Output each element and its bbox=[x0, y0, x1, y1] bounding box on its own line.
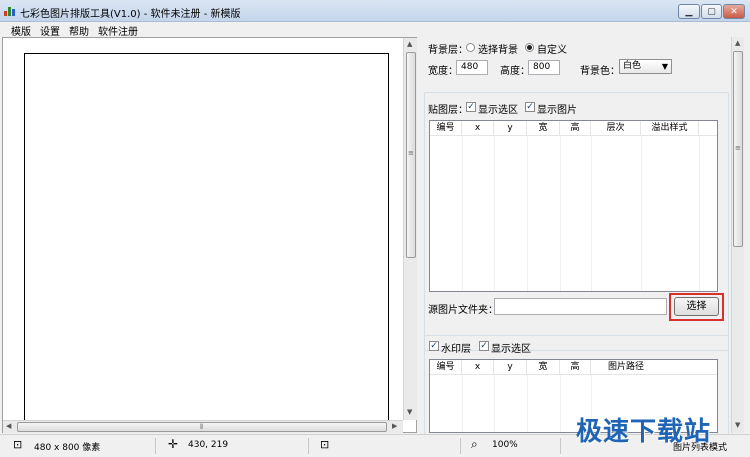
zoom-icon: ⌕ bbox=[471, 437, 478, 451]
column-header-image-path[interactable]: 图片路径 bbox=[591, 360, 661, 375]
column-divider bbox=[699, 136, 700, 291]
properties-vertical-scroll-thumb[interactable]: ≡ bbox=[733, 51, 743, 247]
show-image-checkbox[interactable]: ✓ bbox=[525, 102, 535, 112]
menu-template[interactable]: 模版 bbox=[11, 23, 31, 38]
scroll-down-icon[interactable]: ▼ bbox=[735, 421, 740, 429]
column-divider bbox=[462, 136, 463, 291]
grip-icon: ≡ bbox=[735, 144, 741, 152]
column-header-id[interactable]: 编号 bbox=[430, 360, 462, 375]
paste-layer-table[interactable]: 编号 x y 宽 高 层次 溢出样式 bbox=[429, 120, 718, 292]
properties-vertical-scrollbar[interactable]: ▲ ≡ ▼ bbox=[731, 37, 744, 433]
watermark-layer-label[interactable]: 水印层 bbox=[441, 340, 471, 355]
show-selection-label[interactable]: 显示选区 bbox=[478, 101, 518, 116]
scroll-up-icon[interactable]: ▲ bbox=[735, 39, 740, 47]
zoom-level-text: 100% bbox=[492, 440, 518, 450]
background-color-value: 白色 bbox=[623, 61, 642, 71]
menu-bar: 模版 设置 帮助 软件注册 bbox=[0, 22, 750, 38]
radio-select-background-label[interactable]: 选择背景 bbox=[478, 41, 518, 56]
status-separator bbox=[308, 438, 309, 454]
menu-register[interactable]: 软件注册 bbox=[98, 23, 138, 38]
width-input[interactable]: 480 bbox=[456, 60, 488, 75]
column-header-width[interactable]: 宽 bbox=[527, 360, 560, 375]
paste-layer-label: 贴图层： bbox=[428, 105, 468, 116]
column-divider bbox=[527, 136, 528, 291]
canvas-vertical-scroll-thumb[interactable]: ≡ bbox=[406, 52, 416, 258]
grip-icon: ≡ bbox=[408, 149, 414, 157]
column-divider bbox=[560, 136, 561, 291]
column-divider bbox=[527, 375, 528, 432]
canvas-horizontal-scroll-thumb[interactable]: ⦀ bbox=[17, 422, 387, 432]
background-color-select[interactable]: 白色 ▼ bbox=[619, 59, 672, 74]
column-header-layer[interactable]: 层次 bbox=[591, 121, 641, 136]
width-label: 宽度： bbox=[428, 66, 458, 77]
status-separator bbox=[155, 438, 156, 454]
column-header-height[interactable]: 高 bbox=[560, 121, 591, 136]
window-title: 七彩色图片排版工具(V1.0) - 软件未注册 - 新模版 bbox=[20, 9, 241, 20]
radio-custom-label[interactable]: 自定义 bbox=[537, 41, 567, 56]
scroll-up-icon[interactable]: ▲ bbox=[407, 40, 412, 48]
column-divider bbox=[494, 136, 495, 291]
bar-chart-icon bbox=[4, 7, 15, 16]
maximize-button[interactable]: ▢ bbox=[701, 4, 722, 19]
column-divider bbox=[462, 375, 463, 432]
canvas-size-icon: ⊡ bbox=[13, 438, 23, 451]
radio-custom[interactable] bbox=[525, 43, 534, 52]
show-selection-checkbox[interactable]: ✓ bbox=[466, 102, 476, 112]
source-folder-input[interactable] bbox=[494, 298, 667, 315]
menu-settings[interactable]: 设置 bbox=[40, 23, 60, 38]
show-image-label[interactable]: 显示图片 bbox=[537, 101, 577, 116]
canvas-size-text: 480 x 800 像素 bbox=[34, 443, 101, 453]
column-header-width[interactable]: 宽 bbox=[527, 121, 560, 136]
table-header: 编号 x y 宽 高 图片路径 bbox=[430, 360, 717, 375]
selection-icon: ⊡ bbox=[320, 438, 330, 451]
site-watermark: 极速下载站 bbox=[576, 417, 712, 447]
column-header-x[interactable]: x bbox=[462, 121, 494, 136]
menu-help[interactable]: 帮助 bbox=[69, 23, 89, 38]
table-header: 编号 x y 宽 高 层次 溢出样式 bbox=[430, 121, 717, 136]
minimize-button[interactable]: ▁ bbox=[678, 4, 700, 19]
column-header-overflow[interactable]: 溢出样式 bbox=[641, 121, 699, 136]
background-layer-label: 背景层： bbox=[428, 45, 468, 56]
cursor-coords-text: 430, 219 bbox=[188, 440, 229, 450]
radio-select-background[interactable] bbox=[466, 43, 475, 52]
canvas-panel: ▲ ≡ ▼ ◀ ⦀ ▶ bbox=[2, 37, 417, 433]
chevron-down-icon: ▼ bbox=[661, 62, 668, 71]
scroll-left-icon[interactable]: ◀ bbox=[6, 422, 11, 430]
grip-icon: ⦀ bbox=[200, 423, 204, 431]
column-header-height[interactable]: 高 bbox=[560, 360, 591, 375]
background-color-label: 背景色： bbox=[580, 66, 620, 77]
column-divider bbox=[641, 136, 642, 291]
column-header-y[interactable]: y bbox=[494, 121, 527, 136]
status-separator bbox=[560, 438, 561, 454]
scroll-down-icon[interactable]: ▼ bbox=[407, 408, 412, 416]
watermark-layer-checkbox[interactable]: ✓ bbox=[429, 341, 439, 351]
column-header-id[interactable]: 编号 bbox=[430, 121, 462, 136]
status-separator bbox=[460, 438, 461, 454]
properties-panel: 背景层： 选择背景 自定义 宽度： 480 高度： 800 背景色： 白色 ▼ … bbox=[421, 37, 737, 435]
column-divider bbox=[560, 375, 561, 432]
watermark-show-selection-label[interactable]: 显示选区 bbox=[491, 340, 531, 355]
canvas-horizontal-scrollbar[interactable]: ◀ ⦀ ▶ bbox=[3, 420, 403, 433]
select-folder-button[interactable]: 选择 bbox=[674, 297, 719, 316]
column-header-y[interactable]: y bbox=[494, 360, 527, 375]
height-input[interactable]: 800 bbox=[528, 60, 560, 75]
layout-canvas[interactable] bbox=[24, 53, 389, 423]
height-label: 高度： bbox=[500, 66, 530, 77]
source-folder-label: 源图片文件夹： bbox=[428, 305, 498, 316]
scroll-right-icon[interactable]: ▶ bbox=[392, 422, 397, 430]
title-bar: 七彩色图片排版工具(V1.0) - 软件未注册 - 新模版 ▁ ▢ ✕ bbox=[0, 0, 750, 22]
column-divider bbox=[591, 136, 592, 291]
close-button[interactable]: ✕ bbox=[723, 4, 745, 19]
canvas-vertical-scrollbar[interactable]: ▲ ≡ ▼ bbox=[403, 38, 417, 420]
watermark-show-selection-checkbox[interactable]: ✓ bbox=[479, 341, 489, 351]
column-divider bbox=[494, 375, 495, 432]
crosshair-icon: ✛ bbox=[168, 437, 179, 451]
column-header-x[interactable]: x bbox=[462, 360, 494, 375]
